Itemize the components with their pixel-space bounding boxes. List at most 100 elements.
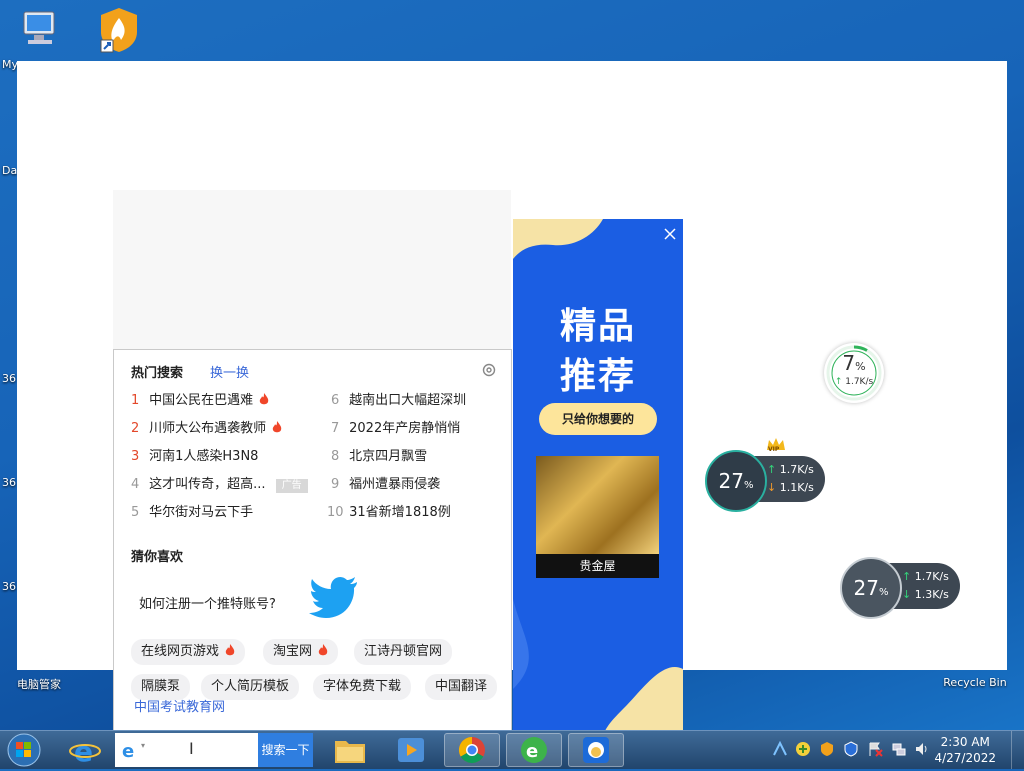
hot-item[interactable]: 7 2022年产房静悄悄 [331, 419, 460, 439]
chrome-icon [458, 736, 485, 764]
hot-item[interactable]: 10 31省新增1818例 [327, 503, 451, 523]
monitor-icon [23, 11, 55, 44]
gold-bars-image[interactable] [536, 456, 659, 554]
hot-rank: 1 [131, 393, 140, 408]
close-icon[interactable] [663, 227, 677, 241]
desktop-edge-label-36b: 36 [2, 476, 16, 489]
taskbar-explorer[interactable] [322, 733, 378, 767]
hot-rank: 3 [131, 449, 140, 464]
settings-gear-icon[interactable] [481, 362, 497, 378]
chip[interactable]: 字体免费下载 [313, 674, 412, 700]
hot-text: 2022年产房静悄悄 [349, 421, 461, 436]
computer-icon[interactable] [5, 8, 75, 55]
taskbar-clock[interactable]: 2:30 AM 4/27/2022 [934, 734, 996, 766]
tray-plus-icon[interactable] [795, 741, 811, 757]
ad-tag: 广告 [275, 479, 308, 493]
hot-item[interactable]: 8 北京四月飘雪 [331, 447, 427, 467]
guess-title: 猜你喜欢 [131, 550, 184, 565]
hot-text: 福州遭暴雨侵袭 [349, 477, 441, 492]
chip[interactable]: 在线网页游戏 [131, 639, 246, 665]
hot-item[interactable]: 4 这才叫传奇，超高... 广告 [131, 475, 308, 495]
folder-icon [335, 741, 365, 763]
hot-rank: 5 [131, 505, 140, 520]
flame-shield-icon [100, 8, 137, 53]
hot-item[interactable]: 9 福州遭暴雨侵袭 [331, 475, 440, 495]
hot-item[interactable]: 5 华尔街对马云下手 [131, 503, 253, 523]
vip-badge: VIP [768, 446, 780, 453]
hot-text: 31省新增1818例 [349, 505, 451, 520]
search-button[interactable]: 搜索一下 [258, 733, 313, 767]
ad-title-line1: 精品 [559, 306, 636, 347]
computer-label: My [2, 58, 19, 71]
chip[interactable]: 淘宝网 [263, 639, 339, 665]
chip[interactable]: 江诗丹顿官网 [354, 639, 453, 665]
hot-item[interactable]: 1 中国公民在巴遇难 [131, 391, 269, 411]
hot-rank: 6 [331, 393, 340, 408]
bottom-link[interactable]: 中国考试教育网 [134, 696, 225, 715]
clock-date: 4/27/2022 [934, 751, 996, 765]
hot-text: 华尔街对马云下手 [149, 505, 254, 520]
speed-percent: 7% [842, 351, 866, 375]
fire-icon [225, 644, 235, 656]
ad-pill: 只给你想要的 [539, 403, 657, 435]
pc-manager-icon[interactable]: 电脑管家 [4, 676, 74, 692]
fire-icon [260, 393, 269, 405]
svg-text:e: e [74, 735, 93, 767]
green-e-browser-icon: e [521, 737, 547, 763]
tray-volume-icon[interactable] [914, 741, 930, 757]
taskbar-qq[interactable] [568, 733, 624, 767]
refresh-link[interactable]: 换一换 [210, 362, 249, 381]
hot-rank: 8 [331, 449, 340, 464]
taskbar-360-browser[interactable]: e [506, 733, 562, 767]
desktop-edge-label-da: Da [2, 164, 18, 177]
guess-question[interactable]: 如何注册一个推特账号? [139, 593, 276, 612]
chip-label: 淘宝网 [273, 644, 313, 659]
show-desktop-button[interactable] [1011, 731, 1024, 769]
chip-label: 在线网页游戏 [141, 644, 220, 659]
speed-circle: 27% [840, 557, 902, 619]
tray-network-icon[interactable] [891, 741, 907, 757]
recycle-bin-icon[interactable]: Recycle Bin [940, 676, 1010, 689]
taskbar-chrome[interactable] [444, 733, 500, 767]
ad-title-line2: 推荐 [559, 356, 636, 397]
speed-widget-2[interactable]: ↑ 1.7K/s ↓ 1.3K/s 27% [840, 555, 962, 619]
fire-icon [318, 644, 328, 656]
chip-label: 隔膜泵 [141, 679, 181, 694]
hot-item[interactable]: 2 川师大公布遇袭教师 [131, 419, 282, 439]
taskbar: e e ▾ I 搜索一下 e 2:30 AM 4/27/2022 [0, 730, 1024, 769]
chip[interactable]: 中国翻译 [425, 674, 498, 700]
ad-caption[interactable]: 贵金屋 [536, 554, 659, 578]
hot-text: 河南1人感染H3N8 [149, 449, 259, 464]
hot-item[interactable]: 6 越南出口大幅超深圳 [331, 391, 466, 411]
hot-rank: 10 [327, 505, 344, 520]
ad-panel[interactable]: 精品 推荐 只给你想要的 贵金屋 [513, 219, 683, 731]
hot-item[interactable]: 3 河南1人感染H3N8 [131, 447, 258, 467]
start-button-icon[interactable] [4, 732, 44, 768]
tray-security-shield-icon[interactable] [843, 741, 859, 757]
chevron-down-icon[interactable]: ▾ [141, 741, 145, 750]
shortcut-shield-icon[interactable] [84, 6, 154, 57]
fire-icon [273, 421, 282, 433]
taskbar-media-player[interactable] [383, 733, 439, 767]
text-cursor-icon: I [189, 739, 194, 758]
chip-label: 个人简历模板 [211, 679, 290, 694]
ie-small-icon: e [122, 741, 134, 761]
penguin-app-icon [583, 737, 609, 763]
chip-label: 字体免费下载 [323, 679, 402, 694]
page-placeholder [113, 190, 511, 350]
hot-rank: 4 [131, 477, 140, 492]
media-player-icon [398, 738, 424, 762]
speed-widget-small[interactable]: 7% ↑ 1.7K/s [824, 343, 884, 403]
hot-rank: 7 [331, 421, 340, 436]
tray-flag-error-icon[interactable] [867, 741, 883, 757]
internet-explorer-icon[interactable]: e [68, 733, 102, 767]
search-suggestion-dropdown: 热门搜索 换一换 1 中国公民在巴遇难 2 川师大公布遇袭教师 3 河南1人感染… [113, 349, 512, 731]
tray-shield-flame-icon[interactable] [819, 741, 835, 757]
hot-text: 北京四月飘雪 [349, 449, 428, 464]
speed-widget-vip[interactable]: ↑ 1.7K/s ↓ 1.1K/s 27% VIP [705, 438, 827, 512]
tray-wifi-app-icon[interactable] [772, 741, 788, 757]
svg-text:e: e [526, 741, 538, 762]
hot-search-title: 热门搜索 [131, 366, 184, 381]
pc-manager-label: 电脑管家 [17, 678, 61, 691]
twitter-bird-icon [309, 576, 357, 618]
